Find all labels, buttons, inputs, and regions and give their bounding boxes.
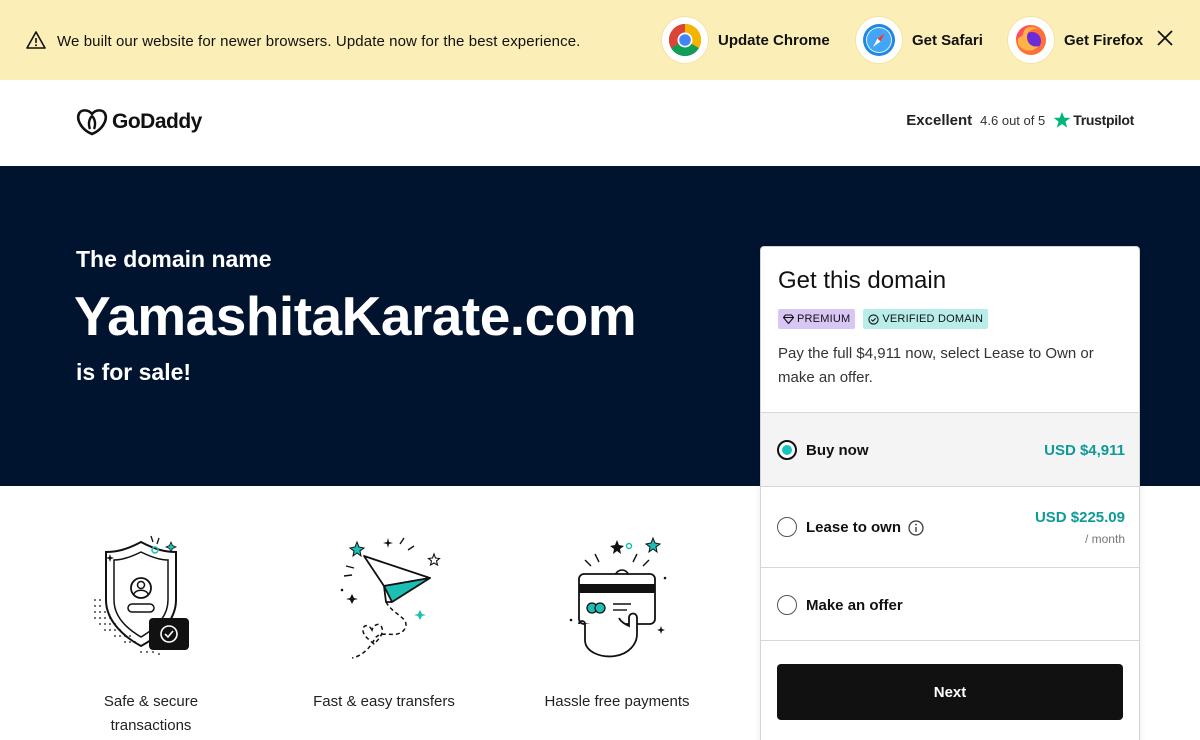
site-header: GoDaddy Excellent 4.6 out of 5 Trustpilo… xyxy=(0,80,1200,166)
feature-safe-secure: Safe & secure transactions xyxy=(76,530,226,738)
update-chrome-link[interactable]: Update Chrome xyxy=(662,17,830,63)
get-firefox-link[interactable]: Get Firefox xyxy=(1008,17,1143,63)
godaddy-logo[interactable]: GoDaddy xyxy=(76,108,202,136)
get-safari-link[interactable]: Get Safari xyxy=(856,17,983,63)
update-chrome-label: Update Chrome xyxy=(718,31,830,49)
rating-word: Excellent xyxy=(906,111,973,129)
feature-label: Fast & easy transfers xyxy=(313,693,455,710)
close-icon[interactable] xyxy=(1154,27,1176,49)
premium-badge-label: PREMIUM xyxy=(797,313,851,325)
get-safari-label: Get Safari xyxy=(912,31,983,49)
browser-update-banner: We built our website for newer browsers.… xyxy=(0,0,1200,80)
feature-fast-transfers: Fast & easy transfers xyxy=(309,530,459,714)
domain-name: YamashitaKarate.com xyxy=(74,285,637,347)
lease-to-own-radio[interactable] xyxy=(777,517,797,537)
paper-plane-icon xyxy=(340,537,441,659)
diamond-icon xyxy=(783,314,794,324)
purchase-card: Get this domain PREMIUM VERIFIED DOMAIN … xyxy=(760,246,1140,740)
trustpilot-rating[interactable]: Excellent 4.6 out of 5 Trustpilot xyxy=(906,111,1134,129)
chrome-icon xyxy=(662,17,708,63)
options-divider xyxy=(761,640,1139,641)
warning-triangle-icon xyxy=(26,31,46,49)
domain-badges: PREMIUM VERIFIED DOMAIN xyxy=(778,309,989,329)
next-button[interactable]: Next xyxy=(777,664,1123,720)
payment-card-icon xyxy=(569,536,667,658)
banner-message: We built our website for newer browsers.… xyxy=(57,33,581,50)
verified-badge: VERIFIED DOMAIN xyxy=(863,309,989,329)
card-title: Get this domain xyxy=(778,267,947,294)
check-circle-icon xyxy=(868,313,880,325)
option-lease-to-own[interactable]: Lease to own USD $225.09 / month xyxy=(761,486,1139,567)
buy-now-price: USD $4,911 xyxy=(1044,442,1125,459)
hero-posttitle: is for sale! xyxy=(76,359,192,385)
lease-to-own-price: USD $225.09 xyxy=(1034,509,1125,526)
buy-now-radio[interactable] xyxy=(777,440,797,460)
option-make-offer[interactable]: Make an offer xyxy=(761,567,1139,640)
card-description: Pay the full $4,911 now, select Lease to… xyxy=(778,345,1094,386)
get-firefox-label: Get Firefox xyxy=(1064,31,1144,49)
hero-pretitle: The domain name xyxy=(76,246,272,272)
buy-now-label: Buy now xyxy=(806,442,869,459)
lease-to-own-period: / month xyxy=(1084,532,1125,546)
feature-label: Hassle free payments xyxy=(544,693,690,710)
info-icon[interactable] xyxy=(908,519,924,536)
lease-to-own-label-group: Lease to own xyxy=(806,519,924,536)
firefox-icon xyxy=(1008,17,1054,63)
make-offer-label: Make an offer xyxy=(806,597,903,614)
godaddy-logo-icon xyxy=(76,109,108,136)
safari-icon xyxy=(856,17,902,63)
brand-wordmark: GoDaddy xyxy=(112,110,202,133)
rating-score: 4.6 out of 5 xyxy=(980,112,1046,128)
lease-to-own-label: Lease to own xyxy=(806,519,902,536)
make-offer-radio[interactable] xyxy=(777,595,797,615)
shield-icon xyxy=(94,535,189,655)
verified-badge-label: VERIFIED DOMAIN xyxy=(882,313,984,325)
feature-hassle-free-payments: Hassle free payments xyxy=(542,530,692,714)
option-buy-now[interactable]: Buy now USD $4,911 xyxy=(761,412,1139,486)
trustpilot-star-icon xyxy=(1053,111,1071,128)
premium-badge: PREMIUM xyxy=(778,309,856,329)
feature-label: Safe & secure transactions xyxy=(103,693,199,734)
trustpilot-brand: Trustpilot xyxy=(1073,112,1134,128)
